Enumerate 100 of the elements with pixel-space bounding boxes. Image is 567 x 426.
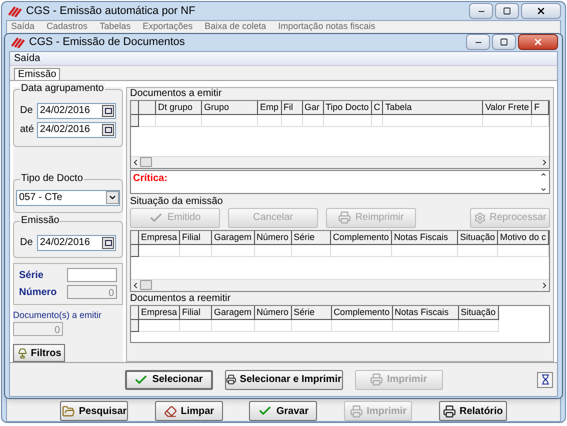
close-icon [536,6,546,16]
table-cell [330,244,392,256]
close-button[interactable] [518,34,558,50]
date-field[interactable]: 24/02/2016 [36,122,116,138]
scroll-right-icon[interactable] [540,280,549,290]
column-header[interactable]: Filial [180,306,212,320]
printer-icon [370,373,383,386]
table-cell [139,244,180,256]
maximize-button[interactable] [495,3,519,19]
column-header[interactable]: Fil [282,100,303,114]
printer-icon [226,373,236,386]
menu-item[interactable]: Exportações [142,21,193,33]
column-header[interactable]: Motivo do c [498,230,549,244]
folder-icon [62,404,75,418]
maximize-button[interactable] [492,34,516,50]
column-header[interactable]: Tipo Docto [324,100,372,114]
table-cell [332,320,393,332]
check-icon [149,210,164,224]
close-button[interactable] [521,3,561,19]
column-header[interactable]: Número [254,306,292,320]
calendar-icon[interactable] [102,104,114,116]
gear-icon [474,212,486,224]
column-header[interactable]: C [372,100,384,114]
column-header[interactable]: Garagem [212,306,255,320]
critique-label: Crítica: [132,172,168,186]
column-header[interactable]: Empresa [139,230,180,244]
button[interactable]: Relatório [438,401,507,421]
field-label: até [20,123,34,137]
tab[interactable]: Emissão [14,68,60,80]
button[interactable]: Selecionar [124,370,212,390]
table-cell [202,114,258,126]
scroll-left-icon[interactable] [131,158,140,166]
group-title: Emissão [20,214,60,226]
scroll-up-icon[interactable] [540,170,547,178]
column-header[interactable]: Valor Frete [483,100,532,114]
table-cell [532,114,549,126]
header-cell [139,100,156,114]
table-cell [324,114,372,126]
table-cell [458,244,498,256]
column-header[interactable]: Tabela [383,100,484,114]
menu-item[interactable]: Saída [14,52,40,64]
input-field[interactable] [67,268,117,282]
button[interactable]: Selecionar e Imprimir [224,370,342,390]
column-header[interactable]: Grupo [202,100,258,114]
calendar-icon[interactable] [102,236,114,248]
table-cell [483,114,532,126]
column-header[interactable]: Filial [180,230,212,244]
hourglass-button[interactable] [537,372,553,388]
scroll-right-icon[interactable] [540,158,549,166]
scroll-left-icon[interactable] [131,280,140,290]
table-cell [254,320,292,332]
column-header[interactable]: Situação [458,230,498,244]
menu-item[interactable]: Cadastros [46,21,88,33]
count-field: 0 [13,322,63,336]
dropdown[interactable]: 057 - CTe [16,190,120,206]
menu-item[interactable]: Saída [11,21,35,33]
section-title: Situação da emissão [130,196,224,208]
column-header[interactable]: Gar [302,100,324,114]
scroll-down-icon[interactable] [540,186,547,192]
check-icon [134,372,148,386]
column-header[interactable]: Empresa [139,306,180,320]
horizontal-scrollbar[interactable] [131,156,549,168]
hourglass-icon [540,374,550,385]
scroll-thumb[interactable] [140,280,152,290]
column-header[interactable]: Série [292,306,332,320]
column-header[interactable]: Notas Fiscais [392,306,459,320]
column-header[interactable]: Situação [458,306,499,320]
column-header[interactable]: F [532,100,549,114]
window-title: CGS - Emissão automática por NF [26,4,196,19]
button[interactable]: Pesquisar [60,401,128,421]
date-field[interactable]: 24/02/2016 [36,234,116,250]
column-header[interactable]: Complemento [332,306,393,320]
logo-icon [11,36,25,48]
column-header[interactable]: Notas Fiscais [392,230,458,244]
button[interactable]: Gravar [249,401,318,421]
printer-icon [442,404,456,418]
filter-button[interactable]: Filtros [13,344,65,362]
printer-icon [350,404,363,418]
column-header[interactable]: Dt grupo [156,100,202,114]
field-label: De [20,236,34,250]
table-cell [254,244,292,256]
group-title: Data agrupamento [20,82,105,94]
menu-item[interactable]: Tabelas [100,21,131,33]
calendar-icon[interactable] [102,124,114,136]
table-cell [498,244,549,256]
menu-item[interactable]: Baixa de coleta [204,21,266,33]
column-header[interactable]: Garagem [212,230,255,244]
section-title: Documentos a reemitir [130,292,232,304]
table-cell [302,114,324,126]
scroll-thumb[interactable] [140,157,152,167]
button[interactable]: Limpar [154,401,223,421]
column-header[interactable]: Número [254,230,292,244]
column-header[interactable]: Emp [258,100,282,114]
menu-item[interactable]: Importação notas fiscais [278,21,376,33]
lamp-icon [16,348,28,358]
horizontal-scrollbar[interactable] [131,278,549,290]
date-field[interactable]: 24/02/2016 [36,102,116,118]
column-header[interactable]: Complemento [330,230,392,244]
window-title: CGS - Emissão de Documentos [29,35,186,50]
column-header[interactable]: Série [292,230,331,244]
